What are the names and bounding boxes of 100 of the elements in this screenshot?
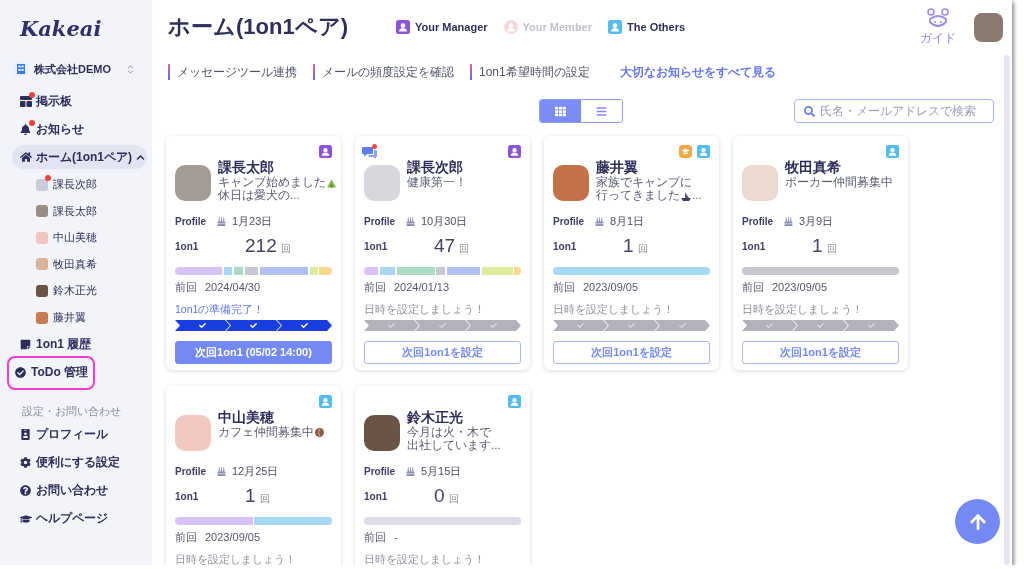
note-icon [20, 339, 31, 351]
chevrons-icon [125, 63, 136, 75]
list-icon [596, 105, 607, 117]
status-message: 日時を設定しましょう！ [364, 553, 485, 565]
member-name: 牧田真希 [785, 158, 842, 176]
id-badge-icon [20, 429, 31, 441]
birthday-text: 1月23日 [232, 213, 273, 229]
status-text: 健康第一！ [407, 176, 467, 189]
chat-icon[interactable] [362, 144, 378, 159]
last-date-text: - [394, 531, 398, 543]
count-unit: 回 [448, 491, 459, 506]
nav-item[interactable]: 便利にする設定 [12, 450, 147, 475]
birthday-text: 12月25日 [232, 463, 279, 479]
avatar-placeholder [364, 415, 400, 451]
status-text: 休日は愛犬の... [218, 189, 300, 202]
check-icon [490, 322, 497, 329]
check-icon [817, 322, 824, 329]
notice-link[interactable]: 大切なお知らせをすべて見る [619, 63, 776, 81]
chevron-up-icon[interactable] [136, 152, 145, 162]
status-text: キャンプ始めました [218, 176, 326, 189]
avatar-placeholder [175, 165, 211, 201]
field-label: 1on1 [742, 240, 767, 252]
pair-card[interactable]: 課長太郎 キャンプ始めました 休日は愛犬の... Profile 1月23日 1on1 212 回 前回 2024/04/30 1on1の準備完了！ 次回1on1 (05/02 14:00) [166, 136, 341, 370]
scroll-top-button[interactable] [955, 499, 1000, 544]
field-label: Profile [175, 215, 208, 227]
ellipsis-text: ... [692, 189, 702, 202]
person-badge-icon [508, 395, 521, 408]
nav-subitem[interactable]: 課長次郎 [31, 173, 135, 196]
scrollbar-thumb[interactable] [1004, 55, 1010, 565]
check-icon [199, 322, 206, 329]
nav-item[interactable]: ヘルプページ [12, 506, 147, 531]
count-value: 0 [434, 485, 445, 507]
pair-card[interactable]: 鈴木正光 今月は火・木で 出社しています... Profile 5月15日 1on1 0 回 前回 - 日時を設定しましょう！ [355, 386, 530, 565]
check-icon [388, 322, 395, 329]
check-icon [628, 322, 635, 329]
field-label: 1on1 [364, 240, 389, 252]
nav-item[interactable]: ToDo 管理 [11, 360, 92, 385]
company-switcher[interactable]: 株式会社DEMO [12, 58, 138, 80]
field-label: 1on1 [364, 490, 389, 502]
field-label: Profile [175, 465, 208, 477]
person-badge-icon [319, 395, 332, 408]
check-icon [868, 322, 875, 329]
avatar-placeholder [35, 231, 48, 244]
graduation-cap-icon [19, 512, 32, 525]
avatar-placeholder [35, 178, 48, 191]
legend-label: Your Member [522, 21, 592, 33]
nav-subitem[interactable]: 鈴木正光 [31, 279, 135, 302]
status-text: 今月は火・木で [407, 426, 491, 439]
cake-icon [217, 216, 226, 226]
status-text: カフェ仲間募集中 [218, 426, 314, 439]
header-link[interactable]: メールの頻度設定を確認 [313, 64, 454, 80]
count-unit: 回 [280, 241, 291, 256]
nav-subitem[interactable]: 牧田真希 [31, 253, 135, 276]
birthday-text: 8月1日 [610, 213, 645, 229]
nav-subitem[interactable]: 藤井翼 [31, 306, 135, 329]
nav-item[interactable]: プロフィール [12, 422, 147, 447]
last-date-text: 2024/04/30 [205, 281, 261, 293]
nav-item[interactable]: お問い合わせ [12, 478, 147, 503]
field-label: Profile [742, 215, 775, 227]
nav-subitem[interactable]: 中山美穂 [31, 226, 135, 249]
field-label: 前回 [175, 529, 197, 545]
nav-subitem[interactable]: 課長太郎 [31, 200, 135, 223]
check-icon [577, 322, 584, 329]
avatar-placeholder[interactable] [974, 12, 1003, 42]
graduation-cap-badge-icon [679, 145, 692, 158]
avatar-placeholder [35, 258, 48, 271]
avatar-placeholder [35, 284, 48, 297]
nav-item[interactable]: お知らせ [12, 117, 147, 141]
pair-card[interactable]: 課長次郎 健康第一！ Profile 10月30日 1on1 47 回 前回 2024/01/13 日時を設定しましょう！ 次回1on1を設定 [355, 136, 530, 370]
avatar-placeholder [553, 165, 589, 201]
manager-badge-icon [508, 145, 521, 158]
field-label: 前回 [553, 279, 575, 295]
pair-card[interactable]: 牧田真希 ポーカー仲間募集中 Profile 3月9日 1on1 1 回 前回 2023/09/05 日時を設定しましょう！ 次回1on1を設定 [733, 136, 908, 370]
member-name: 課長次郎 [407, 158, 464, 176]
status-text: 家族でキャンプに [596, 176, 692, 189]
header-link[interactable]: メッセージツール連携 [168, 64, 297, 80]
nav-item[interactable]: 掲示板 [12, 89, 147, 113]
check-icon [439, 322, 446, 329]
last-date-text: 2023/09/05 [772, 281, 828, 293]
field-label: 前回 [364, 529, 386, 545]
nav-item[interactable]: 1on1 履歴 [12, 332, 147, 357]
grid-view-button[interactable] [540, 100, 581, 122]
bell-icon [20, 123, 31, 135]
count-unit: 回 [637, 241, 648, 256]
nav-item[interactable]: ホーム(1on1ペア) [12, 145, 147, 169]
dashboard-icon [19, 95, 32, 107]
cake-icon [406, 466, 415, 476]
home-icon [19, 151, 32, 163]
field-label: Profile [364, 215, 397, 227]
header-link[interactable]: 1on1希望時間の設定 [470, 64, 590, 80]
last-date-text: 2023/09/05 [583, 281, 639, 293]
pair-card[interactable]: 中山美穂 カフェ仲間募集中 Profile 12月25日 1on1 1 回 前回 2023/09/05 日時を設定しましょう！ [166, 386, 341, 565]
pair-card[interactable]: 藤井翼 家族でキャンプに 行ってきました ... Profile 8月1日 1on1 1 回 前回 2023/09/05 日時を設定しましょう！ 次回1on1を設定 [544, 136, 719, 370]
grid-icon [555, 105, 566, 117]
status-message: 日時を設定しましょう！ [364, 303, 485, 315]
status-text: 行ってきました [596, 189, 680, 202]
legend-label: Your Manager [415, 21, 488, 33]
field-label: Profile [364, 465, 397, 477]
status-message: 日時を設定しましょう！ [742, 303, 863, 315]
search-field[interactable]: 氏名・メールアドレスで検索 [794, 99, 994, 123]
